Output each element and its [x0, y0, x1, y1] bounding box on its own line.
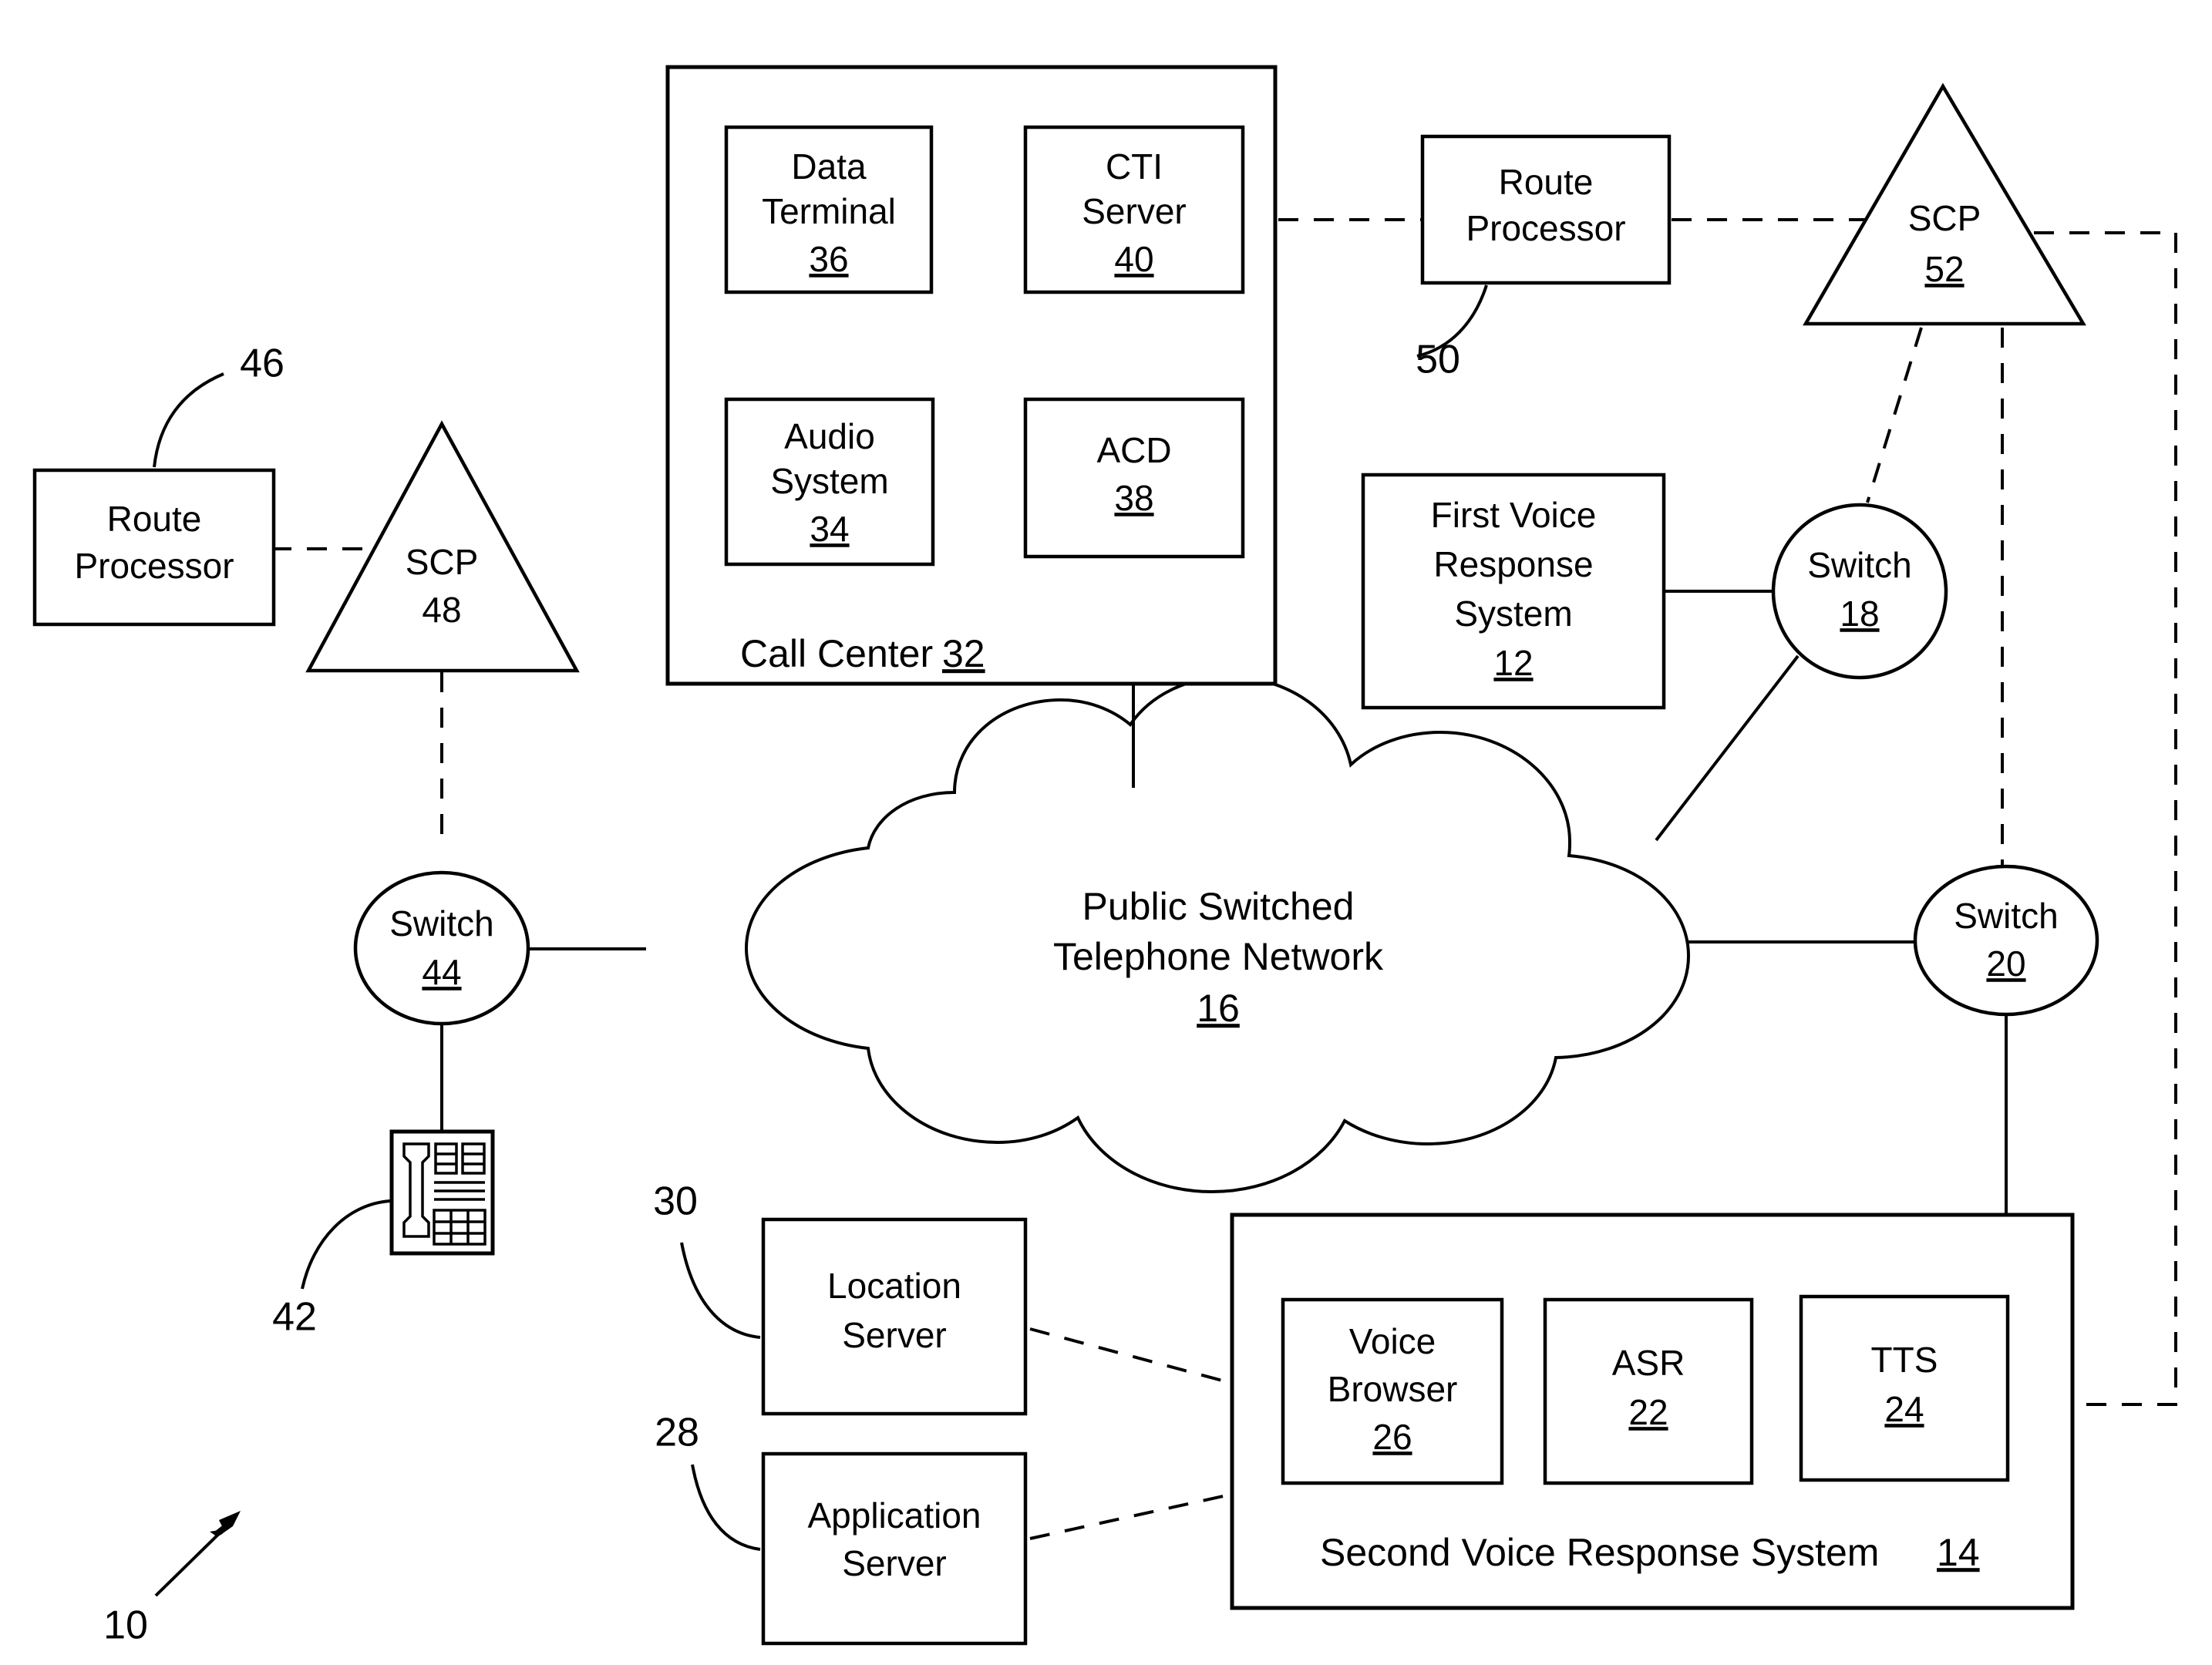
- scp-52-label: SCP: [1908, 198, 1981, 238]
- scp-48-label: SCP: [406, 542, 479, 582]
- route-processor-46-leader: [153, 372, 224, 468]
- asr-node: ASR 22: [1543, 1297, 1754, 1485]
- telephone-handset-icon: [402, 1142, 430, 1238]
- asr-box: [1543, 1297, 1754, 1485]
- fvrs-ref: 12: [1493, 643, 1533, 683]
- route-processor-46-node: Route Processor 46: [32, 341, 284, 627]
- diagram-canvas: Public Switched Telephone Network 16 Cal…: [32, 65, 2177, 1648]
- telephone-keypad: [433, 1209, 487, 1246]
- switch-18-label: Switch: [1807, 545, 1911, 585]
- location-server-node: Location Server 30: [653, 1179, 1028, 1416]
- route-processor-46-callout: 46: [240, 341, 284, 386]
- data-terminal-ref: 36: [809, 239, 848, 279]
- telephone-node: 42: [272, 1129, 495, 1340]
- switch-20-node: Switch 20: [1913, 864, 2099, 1017]
- switch-18-node: Switch 18: [1771, 503, 1948, 680]
- pstn-label-line2: Telephone Network: [1053, 935, 1384, 978]
- location-server-leader: [680, 1242, 761, 1339]
- pstn-cloud: Public Switched Telephone Network 16: [744, 674, 1691, 1194]
- acd-label: ACD: [1096, 430, 1171, 470]
- svrs-ref: 14: [1937, 1531, 1980, 1574]
- scp-52-ref: 52: [1924, 249, 1964, 289]
- pstn-cloud-outline: [744, 674, 1691, 1194]
- route-processor-50-label-line2: Processor: [1466, 208, 1625, 248]
- call-center-ref: 32: [942, 632, 985, 675]
- fvrs-label-line2: Response: [1433, 544, 1593, 584]
- voice-browser-label-line2: Browser: [1328, 1369, 1458, 1409]
- voice-browser-ref: 26: [1372, 1417, 1412, 1457]
- svrs-label: Second Voice Response System: [1320, 1531, 1879, 1574]
- location-server-callout: 30: [653, 1179, 698, 1224]
- connector-application-server-to-svrs: [1029, 1492, 1234, 1540]
- application-server-node: Application Server 28: [655, 1411, 1028, 1646]
- tts-node: TTS 24: [1799, 1294, 2010, 1482]
- overall-reference-label: 10: [103, 1603, 148, 1648]
- voice-browser-label-line1: Voice: [1349, 1321, 1436, 1361]
- cti-server-label-line2: Server: [1082, 191, 1186, 231]
- audio-system-ref: 34: [810, 509, 849, 549]
- switch-20-label: Switch: [1954, 896, 2058, 936]
- application-server-label-line1: Application: [807, 1495, 981, 1536]
- telephone-leader: [301, 1199, 391, 1290]
- telephone-display-right: [461, 1142, 486, 1175]
- switch-44-node: Switch 44: [353, 870, 530, 1026]
- pstn-ref: 16: [1197, 987, 1240, 1030]
- switch-44-label: Switch: [389, 903, 493, 944]
- data-terminal-node: Data Terminal 36: [724, 125, 934, 294]
- call-center-label: Call Center: [740, 632, 933, 675]
- application-server-callout: 28: [655, 1411, 699, 1455]
- audio-system-label-line2: System: [770, 461, 888, 501]
- scp-48-ref: 48: [422, 590, 461, 630]
- fvrs-label-line1: First Voice: [1431, 495, 1597, 535]
- application-server-leader: [691, 1464, 761, 1551]
- switch-18-circle: [1771, 503, 1948, 680]
- telephone-callout: 42: [272, 1295, 317, 1340]
- tts-ref: 24: [1884, 1389, 1924, 1429]
- overall-reference-indicator: 10: [103, 1511, 241, 1648]
- application-server-label-line2: Server: [842, 1543, 946, 1583]
- scp-52-node: SCP 52: [1803, 82, 2086, 326]
- route-processor-46-label-line1: Route: [107, 499, 202, 539]
- patent-figure: Public Switched Telephone Network 16 Cal…: [0, 0, 2212, 1665]
- data-terminal-label-line1: Data: [791, 146, 867, 187]
- audio-system-node: Audio System 34: [724, 397, 935, 567]
- cti-server-ref: 40: [1114, 239, 1153, 279]
- switch-18-ref: 18: [1840, 594, 1879, 634]
- second-voice-response-system-container: Second Voice Response System 14 Voice Br…: [1230, 1213, 2075, 1610]
- cti-server-node: CTI Server 40: [1023, 125, 1245, 294]
- switch-20-ref: 20: [1986, 944, 2025, 984]
- asr-label: ASR: [1612, 1343, 1685, 1383]
- data-terminal-label-line2: Terminal: [762, 191, 896, 231]
- connector-scp52-to-switch18: [1866, 327, 1923, 503]
- route-processor-46-label-line2: Processor: [74, 546, 234, 586]
- telephone-display-left: [434, 1142, 458, 1175]
- overall-reference-arrow-head-fill: [210, 1511, 241, 1537]
- cti-server-label-line1: CTI: [1106, 146, 1163, 187]
- audio-system-label-line1: Audio: [784, 416, 875, 456]
- connector-location-server-to-svrs: [1029, 1327, 1234, 1385]
- location-server-label-line1: Location: [827, 1266, 961, 1306]
- location-server-label-line2: Server: [842, 1315, 946, 1355]
- acd-node: ACD 38: [1023, 397, 1245, 559]
- acd-ref: 38: [1114, 478, 1153, 518]
- first-voice-response-system-node: First Voice Response System 12: [1361, 473, 1666, 710]
- route-processor-50-callout: 50: [1416, 338, 1460, 382]
- voice-browser-node: Voice Browser 26: [1281, 1297, 1504, 1485]
- pstn-label-line1: Public Switched: [1082, 885, 1355, 928]
- route-processor-50-node: Route Processor 50: [1416, 134, 1672, 382]
- fvrs-label-line3: System: [1454, 594, 1572, 634]
- asr-ref: 22: [1628, 1392, 1668, 1432]
- tts-box: [1799, 1294, 2010, 1482]
- switch-44-ellipse: [353, 870, 530, 1026]
- connector-switch18-to-pstn: [1655, 654, 1800, 842]
- switch-20-ellipse: [1913, 864, 2099, 1017]
- tts-label: TTS: [1871, 1340, 1938, 1380]
- switch-44-ref: 44: [422, 952, 461, 992]
- route-processor-50-label-line1: Route: [1499, 162, 1594, 202]
